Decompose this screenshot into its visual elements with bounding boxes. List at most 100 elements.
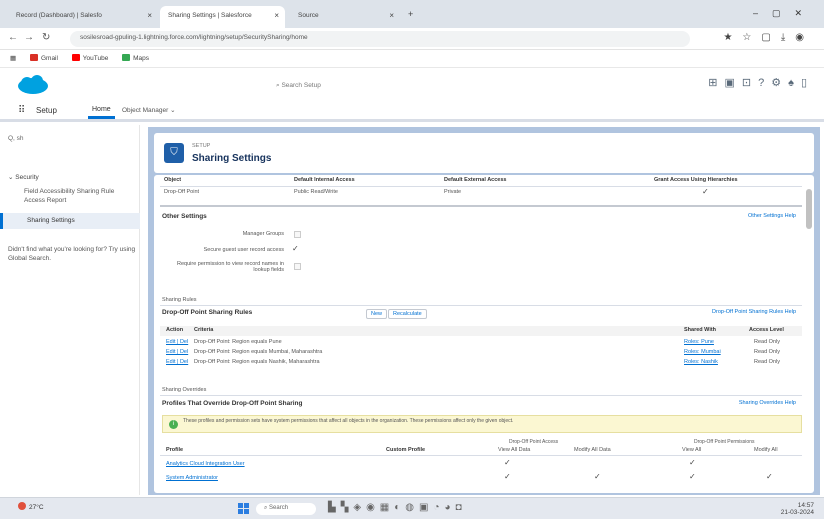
close-icon[interactable]: ×: [274, 11, 279, 20]
tab-title: Sharing Settings | Salesforce: [168, 12, 252, 19]
overrides-title: Profiles That Override Drop-Off Point Sh…: [162, 400, 303, 407]
apps-grid-icon[interactable]: ▦: [10, 55, 16, 62]
sharing-rules-title: Drop-Off Point Sharing Rules: [162, 309, 253, 316]
bookmark-youtube[interactable]: YouTube: [71, 54, 108, 62]
col-default-internal: Default Internal Access: [294, 177, 355, 183]
browser-toolbar-icons[interactable]: ★☆▢⤓◉: [723, 32, 814, 43]
tab-object-manager[interactable]: Object Manager ⌄: [122, 106, 176, 114]
reload-icon[interactable]: ↻: [42, 32, 50, 43]
back-icon[interactable]: ←: [8, 32, 18, 43]
windows-taskbar: 27°C ⌕ Search ▙▚◈◉▦◐◍▣◔◕◘ 14:57 21-03-20…: [0, 497, 824, 519]
overrides-help-link[interactable]: Sharing Overrides Help: [739, 400, 796, 406]
default-internal-cell: Public Read/Write: [294, 189, 338, 195]
youtube-icon: [71, 54, 80, 61]
sidebar-item-sharing-settings[interactable]: Sharing Settings: [0, 213, 140, 229]
profile-link[interactable]: System Administrator: [166, 475, 218, 481]
maps-icon: [122, 54, 131, 61]
default-external-cell: Private: [444, 189, 462, 195]
col-object: Object: [164, 177, 182, 183]
page-kicker: SETUP: [192, 143, 211, 149]
group-header-access: Drop-Off Point Access: [509, 439, 559, 445]
col-criteria: Criteria: [194, 327, 214, 333]
rule-access-level: Read Only: [754, 339, 780, 345]
sidebar-item-field-accessibility[interactable]: Field Accessibility Sharing Rule Access …: [24, 187, 134, 205]
rule-access-level: Read Only: [754, 349, 780, 355]
weather-widget[interactable]: 27°C: [18, 502, 44, 511]
global-search-input[interactable]: ⌕ Search Setup: [270, 80, 430, 94]
tab-home[interactable]: Home: [88, 104, 115, 119]
divider: [160, 205, 802, 207]
salesforce-cloud-logo[interactable]: [16, 74, 50, 96]
divider: [160, 455, 802, 456]
app-navigation: ⠿ Setup Home Object Manager ⌄: [0, 100, 824, 122]
sharing-rules-help-link[interactable]: Drop-Off Point Sharing Rules Help: [712, 309, 796, 315]
setup-sidebar: Q, sh ⌄ Security Field Accessibility Sha…: [0, 125, 140, 495]
url-bar[interactable]: sosilesroad-gpuling-1.lightning.force.co…: [70, 31, 690, 47]
rule-shared-with[interactable]: Roles: Pune: [684, 339, 714, 345]
system-tray[interactable]: 14:57 21-03-2024: [781, 502, 814, 516]
profile-link[interactable]: Analytics Cloud Integration User: [166, 461, 245, 467]
forward-icon[interactable]: →: [24, 32, 34, 43]
tab-title: Record (Dashboard) | Salesfo: [16, 12, 102, 19]
col-grant-hierarchies: Grant Access Using Hierarchies: [654, 177, 738, 183]
manager-groups-checkbox[interactable]: [294, 231, 301, 238]
sidebar-item-security[interactable]: ⌄ Security: [8, 173, 39, 181]
windows-start-icon[interactable]: [238, 503, 249, 514]
main-area: ⛉ SETUP Sharing Settings Object Default …: [148, 127, 820, 495]
divider: [160, 395, 802, 396]
rule-action-link[interactable]: Edit | Del: [166, 339, 188, 345]
chevron-down-icon: ⌄: [170, 107, 176, 114]
col-custom-profile: Custom Profile: [386, 447, 426, 453]
rule-criteria: Drop-Off Point: Region equals Nashik, Ma…: [194, 359, 320, 365]
browser-tab-2[interactable]: Sharing Settings | Salesforce ×: [160, 6, 285, 28]
rule-shared-with[interactable]: Roles: Nashik: [684, 359, 718, 365]
bookmarks-bar: ▦ Gmail YouTube Maps: [0, 50, 824, 68]
rule-shared-with[interactable]: Roles: Mumbai: [684, 349, 721, 355]
col-modify-all: Modify All: [754, 447, 778, 453]
sidebar-help-text: Didn't find what you're looking for? Try…: [8, 246, 136, 262]
app-launcher-icon[interactable]: ⠿: [18, 105, 25, 116]
new-tab-icon[interactable]: +: [408, 9, 413, 19]
rule-criteria: Drop-Off Point: Region equals Pune: [194, 339, 282, 345]
recalculate-button[interactable]: Recalculate: [388, 309, 427, 319]
close-icon[interactable]: ×: [147, 11, 152, 20]
col-access-level: Access Level: [749, 327, 784, 333]
weather-icon: [18, 502, 26, 510]
col-view-all-data: View All Data: [498, 447, 531, 453]
clock-date: 21-03-2024: [780, 509, 814, 516]
browser-tab-1[interactable]: Record (Dashboard) | Salesfo ×: [8, 6, 158, 28]
utility-icons[interactable]: ⊞▣⊡?⚙♠▯: [708, 76, 814, 89]
sharing-rules-kicker: Sharing Rules: [162, 297, 197, 303]
col-view-all: View All: [682, 447, 702, 453]
info-text: These profiles and permission sets have …: [183, 418, 514, 424]
new-rule-button[interactable]: New: [366, 309, 388, 319]
tab-title: Source: [298, 12, 319, 19]
checkmark-icon: ✓: [504, 458, 511, 467]
other-settings-help-link[interactable]: Other Settings Help: [748, 213, 796, 219]
default-object-cell: Drop-Off Point: [164, 189, 200, 195]
col-action: Action: [166, 327, 184, 333]
group-header-permissions: Drop-Off Point Permissions: [694, 439, 755, 445]
rule-action-link[interactable]: Edit | Del: [166, 349, 188, 355]
window-controls[interactable]: –▢✕: [753, 8, 816, 19]
bookmark-gmail[interactable]: Gmail: [29, 54, 58, 62]
rule-action-link[interactable]: Edit | Del: [166, 359, 188, 365]
scrollbar-thumb[interactable]: [806, 189, 812, 229]
rule-access-level: Read Only: [754, 359, 780, 365]
quick-find-input[interactable]: Q, sh: [8, 135, 24, 142]
browser-tab-3[interactable]: Source ×: [290, 6, 400, 28]
taskbar-app-icons[interactable]: ▙▚◈◉▦◐◍▣◔◕◘: [328, 502, 467, 513]
require-permission-checkbox[interactable]: [294, 263, 301, 270]
taskbar-search[interactable]: ⌕ Search: [256, 503, 316, 515]
checkmark-icon: ✓: [594, 472, 601, 481]
bookmark-maps[interactable]: Maps: [122, 54, 149, 62]
checkmark-icon[interactable]: ✓: [292, 244, 299, 253]
checkmark-icon: ✓: [689, 472, 696, 481]
close-icon[interactable]: ×: [389, 11, 394, 20]
sharing-settings-icon: ⛉: [164, 143, 184, 163]
content-scrollbar[interactable]: [806, 185, 812, 485]
browser-tab-bar: Record (Dashboard) | Salesfo × Sharing S…: [0, 0, 824, 28]
col-profile: Profile: [166, 447, 184, 453]
overrides-info-box: i These profiles and permission sets hav…: [162, 415, 802, 433]
gmail-icon: [29, 54, 38, 61]
